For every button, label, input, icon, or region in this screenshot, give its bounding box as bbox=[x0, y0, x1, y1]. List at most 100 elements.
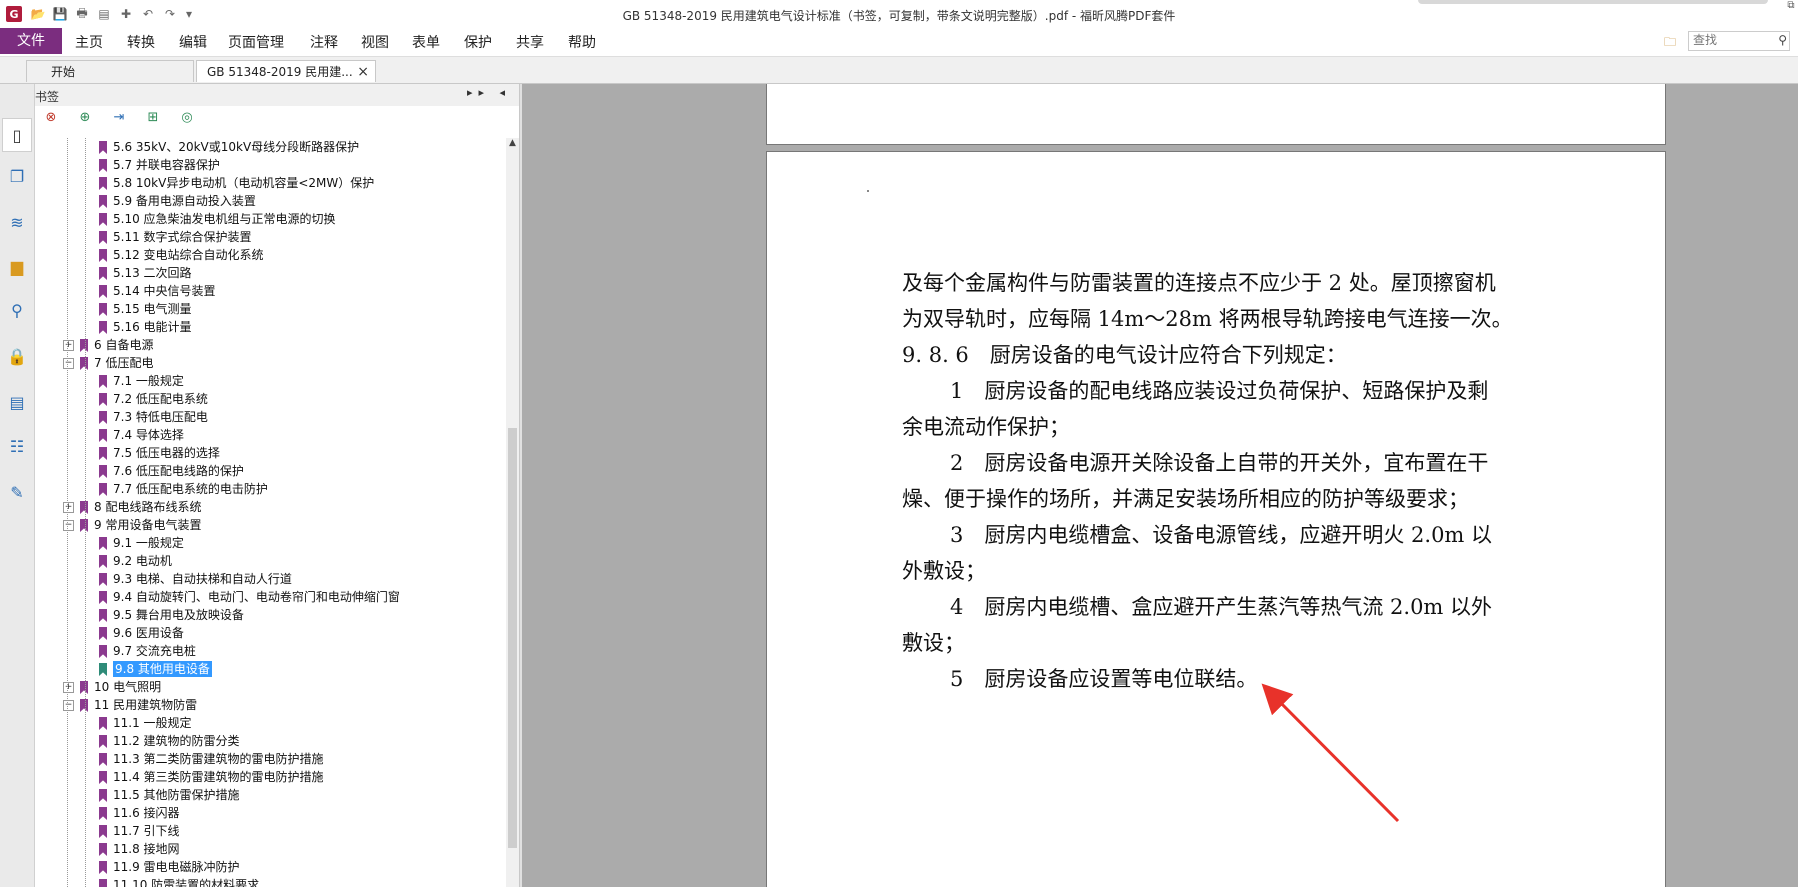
restore-icon[interactable]: ⧉ bbox=[1784, 0, 1798, 16]
bookmark-label: 7.5 低压电器的选择 bbox=[113, 446, 220, 460]
layers-icon[interactable]: ≋ bbox=[7, 212, 27, 232]
tab-start[interactable]: 开始 bbox=[26, 60, 194, 82]
add-child-bookmark-icon[interactable]: ⇥ bbox=[111, 110, 127, 126]
bookmark-label: 11.9 雷电电磁脉冲防护 bbox=[113, 860, 240, 874]
bookmark-item[interactable]: 9.4 自动旋转门、电动门、电动卷帘门和电动伸缩门窗 bbox=[99, 588, 400, 606]
bookmark-toolbar: ⊗ ⊕ ⇥ ⊞ ◎ bbox=[35, 106, 519, 130]
search-input[interactable] bbox=[1689, 32, 1769, 48]
bookmark-item[interactable]: 5.6 35kV、20kV或10kV母线分段断路器保护 bbox=[99, 138, 359, 156]
pages-icon[interactable]: ❐ bbox=[7, 166, 27, 186]
bookmark-item[interactable]: 5.16 电能计量 bbox=[99, 318, 192, 336]
bookmark-item[interactable]: +10 电气照明 bbox=[63, 678, 161, 696]
bookmark-item[interactable]: 5.9 备用电源自动投入装置 bbox=[99, 192, 256, 210]
scroll-up-icon[interactable]: ▲ bbox=[506, 138, 519, 152]
signature-icon[interactable]: ✎ bbox=[7, 482, 27, 502]
new-from-page-icon[interactable]: ⊞ bbox=[145, 110, 161, 126]
delete-bookmark-icon[interactable]: ⊗ bbox=[43, 110, 59, 126]
expand-icon[interactable]: + bbox=[63, 340, 74, 351]
expand-icon[interactable]: + bbox=[63, 502, 74, 513]
bookmark-item[interactable]: 7.5 低压电器的选择 bbox=[99, 444, 220, 462]
collapse-icon[interactable]: − bbox=[63, 520, 74, 531]
bookmark-item[interactable]: 11.6 接闪器 bbox=[99, 804, 180, 822]
collapse-icon[interactable]: − bbox=[63, 700, 74, 711]
title-bar: G 📂 💾 🖶 ▤ ✚ ↶ ↷ ▾ GB 51348-2019 民用建筑电气设计… bbox=[0, 0, 1798, 28]
bookmark-item[interactable]: 11.2 建筑物的防雷分类 bbox=[99, 732, 240, 750]
bookmark-item[interactable]: 11.8 接地网 bbox=[99, 840, 180, 858]
close-icon[interactable]: × bbox=[357, 61, 369, 83]
bookmark-icon bbox=[80, 339, 88, 352]
bookmark-icon bbox=[99, 735, 107, 748]
bookmark-item[interactable]: 5.14 中央信号装置 bbox=[99, 282, 216, 300]
bookmark-item[interactable]: 11.9 雷电电磁脉冲防护 bbox=[99, 858, 240, 876]
bookmark-item[interactable]: 5.15 电气测量 bbox=[99, 300, 192, 318]
bookmark-icon bbox=[99, 663, 107, 676]
bookmark-item[interactable]: 9.3 电梯、自动扶梯和自动人行道 bbox=[99, 570, 292, 588]
panel-controls[interactable]: ▸▸ ◂ bbox=[467, 86, 511, 99]
bookmark-item[interactable]: 11.1 一般规定 bbox=[99, 714, 192, 732]
bookmark-item[interactable]: 9.6 医用设备 bbox=[99, 624, 184, 642]
collapse-icon[interactable]: − bbox=[63, 358, 74, 369]
bookmark-item[interactable]: +6 自备电源 bbox=[63, 336, 153, 354]
menu-convert[interactable]: 转换 bbox=[127, 32, 155, 52]
content-icon[interactable]: ☷ bbox=[7, 436, 27, 456]
expand-icon[interactable]: + bbox=[63, 682, 74, 693]
folder-search-icon[interactable]: 🗀 bbox=[1664, 33, 1680, 49]
search-icon[interactable]: ⚲ bbox=[1778, 33, 1787, 47]
bookmark-item[interactable]: − 9 常用设备电气装置 bbox=[63, 516, 201, 534]
bookmark-item[interactable]: 11.3 第二类防雷建筑物的雷电防护措施 bbox=[99, 750, 324, 768]
document-view[interactable]: 及每个金属构件与防雷装置的连接点不应少于 2 处。屋顶擦窗机 为双导轨时，应每隔 … bbox=[522, 84, 1798, 887]
bookmark-item[interactable]: 11.7 引下线 bbox=[99, 822, 180, 840]
menu-form[interactable]: 表单 bbox=[412, 32, 440, 52]
add-bookmark-icon[interactable]: ⊕ bbox=[77, 110, 93, 126]
bookmark-item[interactable]: 7.3 特低电压配电 bbox=[99, 408, 208, 426]
bookmark-panel-icon[interactable]: ▯ bbox=[2, 118, 32, 152]
bookmark-item[interactable]: 5.11 数字式综合保护装置 bbox=[99, 228, 252, 246]
bookmark-item[interactable]: 9.5 舞台用电及放映设备 bbox=[99, 606, 244, 624]
bookmark-item[interactable]: 9.2 电动机 bbox=[99, 552, 172, 570]
bookmark-item[interactable]: 5.8 10kV异步电动机（电动机容量<2MW）保护 bbox=[99, 174, 374, 192]
menu-share[interactable]: 共享 bbox=[516, 32, 544, 52]
document-info-icon[interactable]: ▤ bbox=[7, 392, 27, 412]
menu-home[interactable]: 主页 bbox=[75, 32, 103, 52]
bookmark-item[interactable]: 7.6 低压配电线路的保护 bbox=[99, 462, 244, 480]
menu-protect[interactable]: 保护 bbox=[464, 32, 492, 52]
bookmark-item[interactable]: 7.7 低压配电系统的电击防护 bbox=[99, 480, 268, 498]
menu-edit[interactable]: 编辑 bbox=[179, 32, 207, 52]
lock-icon[interactable]: 🔒 bbox=[7, 346, 27, 366]
bookmark-item[interactable]: 5.13 二次回路 bbox=[99, 264, 192, 282]
bookmark-item[interactable]: 11.5 其他防雷保护措施 bbox=[99, 786, 240, 804]
bookmark-item[interactable]: 7.2 低压配电系统 bbox=[99, 390, 208, 408]
find-current-bookmark-icon[interactable]: ◎ bbox=[179, 110, 195, 126]
bookmark-icon bbox=[99, 249, 107, 262]
bookmark-icon bbox=[99, 267, 107, 280]
menu-comment[interactable]: 注释 bbox=[310, 32, 338, 52]
bookmark-icon bbox=[99, 771, 107, 784]
search-box[interactable]: ⚲ bbox=[1688, 31, 1790, 51]
bookmark-item[interactable]: 5.7 并联电容器保护 bbox=[99, 156, 220, 174]
menu-file[interactable]: 文件 bbox=[0, 28, 62, 54]
bookmark-item[interactable]: 9.8 其他用电设备 bbox=[99, 660, 212, 678]
bookmark-item[interactable]: 11.10 防雷装置的材料要求 bbox=[99, 876, 259, 887]
panel-scrollbar[interactable]: ▲ bbox=[506, 138, 519, 887]
menu-help[interactable]: 帮助 bbox=[568, 32, 596, 52]
bookmark-icon bbox=[99, 825, 107, 838]
bookmark-icon bbox=[99, 393, 107, 406]
bookmark-item[interactable]: 9.7 交流充电桩 bbox=[99, 642, 196, 660]
comments-icon[interactable]: ▆ bbox=[7, 256, 27, 276]
menu-page-manage[interactable]: 页面管理 bbox=[228, 32, 284, 52]
bookmark-item[interactable]: − 11 民用建筑物防雷 bbox=[63, 696, 197, 714]
bookmark-item[interactable]: +8 配电线路布线系统 bbox=[63, 498, 201, 516]
bookmark-item[interactable]: 5.12 变电站综合自动化系统 bbox=[99, 246, 264, 264]
scroll-thumb[interactable] bbox=[508, 428, 517, 848]
bookmark-item[interactable]: 11.4 第三类防雷建筑物的雷电防护措施 bbox=[99, 768, 324, 786]
bookmark-item[interactable]: − 7 低压配电 bbox=[63, 354, 153, 372]
bookmark-item[interactable]: 5.10 应急柴油发电机组与正常电源的切换 bbox=[99, 210, 336, 228]
bookmark-panel: 书签 ▸▸ ◂ ⊗ ⊕ ⇥ ⊞ ◎ 5.6 35kV、20kV或10kV母线分段… bbox=[35, 84, 520, 887]
menu-view[interactable]: 视图 bbox=[361, 32, 389, 52]
tab-document-label: GB 51348-2019 民用建... bbox=[207, 65, 353, 79]
bookmark-item[interactable]: 7.1 一般规定 bbox=[99, 372, 184, 390]
bookmark-item[interactable]: 9.1 一般规定 bbox=[99, 534, 184, 552]
attachment-icon[interactable]: ⚲ bbox=[7, 300, 27, 320]
bookmark-item[interactable]: 7.4 导体选择 bbox=[99, 426, 184, 444]
tab-document[interactable]: GB 51348-2019 民用建... × bbox=[196, 60, 376, 82]
